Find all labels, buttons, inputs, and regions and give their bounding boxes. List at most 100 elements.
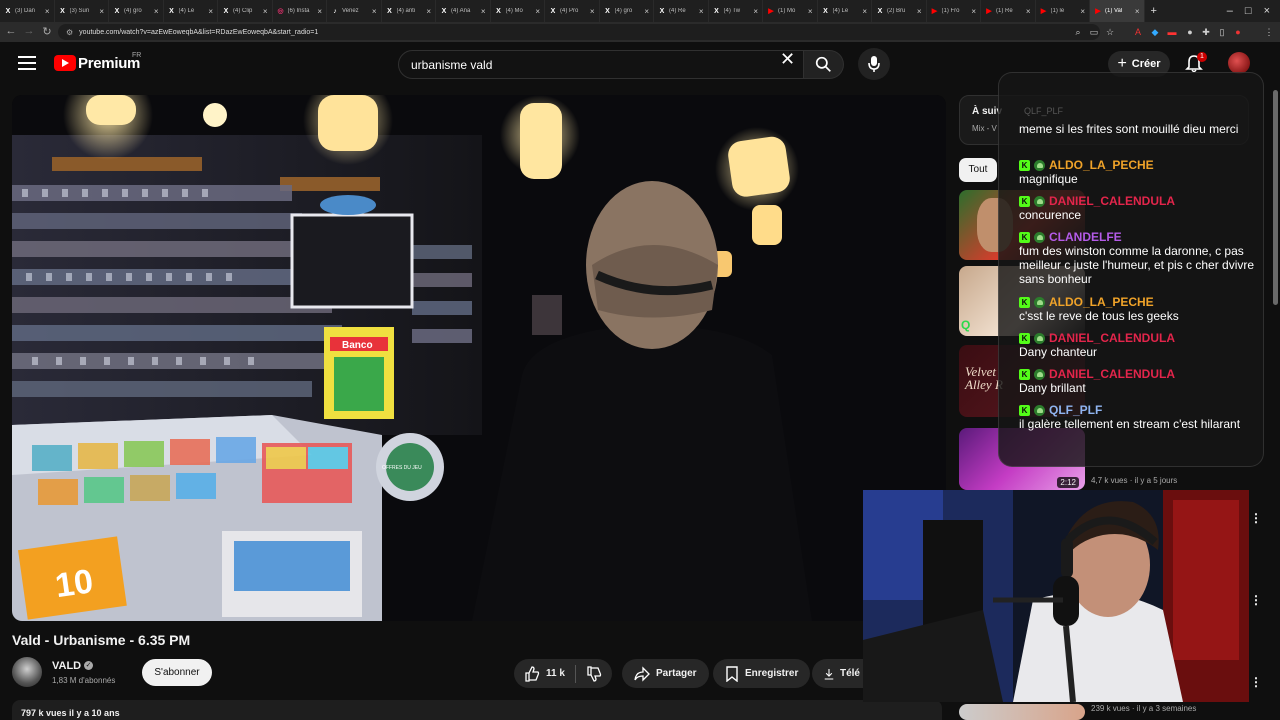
zoom-icon[interactable]: ⌕ bbox=[1071, 25, 1085, 39]
browser-tab[interactable]: ◎ (6) Insta × bbox=[273, 0, 327, 22]
more-options-icon[interactable]: ⋮ bbox=[1250, 676, 1262, 688]
cast-icon[interactable]: ▭ bbox=[1087, 25, 1101, 39]
browser-tab[interactable]: ▶ (1) Val × bbox=[1090, 0, 1145, 22]
browser-tab[interactable]: X (4) gro × bbox=[109, 0, 164, 22]
page-scrollbar[interactable] bbox=[1273, 90, 1278, 305]
browser-tab[interactable]: X (4) Ana × bbox=[436, 0, 491, 22]
browser-tab[interactable]: ▶ (1) le × bbox=[1036, 0, 1090, 22]
extension-icon[interactable]: ● bbox=[1183, 25, 1197, 39]
kick-badge-icon: K bbox=[1019, 404, 1030, 416]
browser-tab[interactable]: X (4) Clip × bbox=[218, 0, 273, 22]
chat-username[interactable]: CLANDELFE bbox=[1049, 230, 1122, 244]
close-tab-icon[interactable]: × bbox=[99, 7, 104, 16]
maximize-icon[interactable]: □ bbox=[1239, 5, 1258, 17]
close-tab-icon[interactable]: × bbox=[1026, 7, 1031, 16]
recommended-thumbnail[interactable] bbox=[959, 704, 1085, 720]
close-tab-icon[interactable]: × bbox=[862, 7, 867, 16]
extension-icon[interactable]: ◆ bbox=[1148, 25, 1162, 39]
browser-tab[interactable]: X (2) Bru × bbox=[872, 0, 927, 22]
minimize-icon[interactable]: – bbox=[1221, 5, 1239, 17]
clear-search-icon[interactable]: ✕ bbox=[780, 47, 795, 71]
browser-tab-title: (4) Le bbox=[178, 8, 195, 14]
channel-avatar[interactable] bbox=[12, 657, 42, 687]
profile-icon[interactable]: ● bbox=[1231, 25, 1245, 39]
close-tab-icon[interactable]: × bbox=[263, 7, 268, 16]
close-window-icon[interactable]: × bbox=[1258, 5, 1276, 17]
chat-message-header: K ALDO_LA_PECHE bbox=[1019, 158, 1259, 172]
hamburger-menu-icon[interactable] bbox=[18, 56, 36, 72]
extensions-puzzle-icon[interactable]: ✚ bbox=[1199, 25, 1213, 39]
filter-chip-all[interactable]: Tout bbox=[959, 158, 997, 182]
chat-username[interactable]: DANIEL_CALENDULA bbox=[1049, 331, 1175, 345]
chat-username[interactable]: ALDO_LA_PECHE bbox=[1049, 295, 1154, 309]
share-button[interactable]: Partager bbox=[622, 659, 709, 688]
close-tab-icon[interactable]: × bbox=[45, 7, 50, 16]
chat-username[interactable]: DANIEL_CALENDULA bbox=[1049, 367, 1175, 381]
close-tab-icon[interactable]: × bbox=[1080, 7, 1085, 16]
extension-icon[interactable]: A bbox=[1131, 25, 1145, 39]
close-tab-icon[interactable]: × bbox=[317, 7, 322, 16]
close-tab-icon[interactable]: × bbox=[208, 7, 213, 16]
close-tab-icon[interactable]: × bbox=[590, 7, 595, 16]
bookmark-star-icon[interactable]: ☆ bbox=[1103, 25, 1117, 39]
reload-icon[interactable]: ↻ bbox=[38, 25, 56, 38]
close-tab-icon[interactable]: × bbox=[971, 7, 976, 16]
x-icon: X bbox=[223, 7, 229, 15]
more-options-icon[interactable]: ⋮ bbox=[1250, 594, 1262, 606]
close-tab-icon[interactable]: × bbox=[426, 7, 431, 16]
close-tab-icon[interactable]: × bbox=[372, 7, 377, 16]
browser-tab[interactable]: X (4) Mo × bbox=[491, 0, 545, 22]
search-input[interactable]: urbanisme vald bbox=[411, 58, 492, 72]
chat-username[interactable]: QLF_PLF bbox=[1049, 403, 1102, 417]
channel-name[interactable]: VALD bbox=[52, 660, 81, 672]
more-options-icon[interactable]: ⋮ bbox=[1250, 512, 1262, 524]
browser-tab[interactable]: ▶ (1) Mo × bbox=[763, 0, 818, 22]
browser-tab[interactable]: X (4) Le × bbox=[164, 0, 218, 22]
browser-tab-title: (1) Fro bbox=[941, 8, 960, 14]
thumbs-down-icon[interactable] bbox=[586, 665, 602, 682]
close-tab-icon[interactable]: × bbox=[1135, 7, 1140, 16]
forward-icon[interactable]: → bbox=[20, 25, 38, 37]
youtube-logo-icon[interactable] bbox=[54, 55, 76, 71]
premium-logo-text[interactable]: Premium bbox=[78, 55, 140, 72]
chat-username[interactable]: DANIEL_CALENDULA bbox=[1049, 194, 1175, 208]
browser-tab[interactable]: X (3) Sun × bbox=[55, 0, 109, 22]
browser-tab[interactable]: X (4) anti × bbox=[382, 0, 436, 22]
browser-menu-icon[interactable]: ⋮ bbox=[1262, 25, 1276, 39]
sidepanel-icon[interactable]: ▯ bbox=[1215, 25, 1229, 39]
site-info-icon[interactable]: ⚙ bbox=[66, 28, 73, 37]
extension-icon[interactable]: ▬ bbox=[1165, 25, 1179, 39]
account-avatar[interactable] bbox=[1228, 52, 1250, 74]
chat-message-header: K QLF_PLF bbox=[1019, 403, 1259, 417]
browser-tab[interactable]: X (4) Re × bbox=[654, 0, 709, 22]
close-tab-icon[interactable]: × bbox=[481, 7, 486, 16]
back-icon[interactable]: ← bbox=[2, 25, 20, 37]
browser-tab[interactable]: X (4) Pro × bbox=[545, 0, 600, 22]
close-tab-icon[interactable]: × bbox=[644, 7, 649, 16]
browser-tab[interactable]: ♪ Venez × bbox=[327, 0, 382, 22]
save-button[interactable]: Enregistrer bbox=[713, 659, 811, 688]
close-tab-icon[interactable]: × bbox=[154, 7, 159, 16]
video-player[interactable]: Banco 10 OFFRES DU JEU bbox=[12, 95, 946, 621]
browser-tab[interactable]: X (3) Dan × bbox=[0, 0, 55, 22]
chat-message-header: K CLANDELFE bbox=[1019, 230, 1259, 244]
subscribe-button[interactable]: S'abonner bbox=[142, 659, 212, 686]
search-button[interactable] bbox=[804, 50, 844, 79]
browser-tab[interactable]: X (4) Le × bbox=[818, 0, 872, 22]
close-tab-icon[interactable]: × bbox=[753, 7, 758, 16]
browser-tab[interactable]: ▶ (1) Fro × bbox=[927, 0, 981, 22]
new-tab-icon[interactable]: + bbox=[1145, 5, 1163, 17]
close-tab-icon[interactable]: × bbox=[917, 7, 922, 16]
browser-tab[interactable]: X (4) Tw × bbox=[709, 0, 763, 22]
browser-tab[interactable]: X (4) gro × bbox=[600, 0, 654, 22]
close-tab-icon[interactable]: × bbox=[699, 7, 704, 16]
voice-search-button[interactable] bbox=[858, 48, 890, 80]
chat-username[interactable]: ALDO_LA_PECHE bbox=[1049, 158, 1154, 172]
like-button[interactable]: 11 k bbox=[524, 665, 565, 682]
browser-tab[interactable]: ▶ (1) Re × bbox=[981, 0, 1036, 22]
search-box[interactable]: urbanisme vald bbox=[398, 50, 804, 79]
video-description-box[interactable]: 797 k vues il y a 10 ans bbox=[12, 700, 942, 720]
url-bar[interactable]: ⚙ youtube.com/watch?v=azEwEoweqbA&list=R… bbox=[58, 24, 1100, 40]
close-tab-icon[interactable]: × bbox=[808, 7, 813, 16]
close-tab-icon[interactable]: × bbox=[535, 7, 540, 16]
